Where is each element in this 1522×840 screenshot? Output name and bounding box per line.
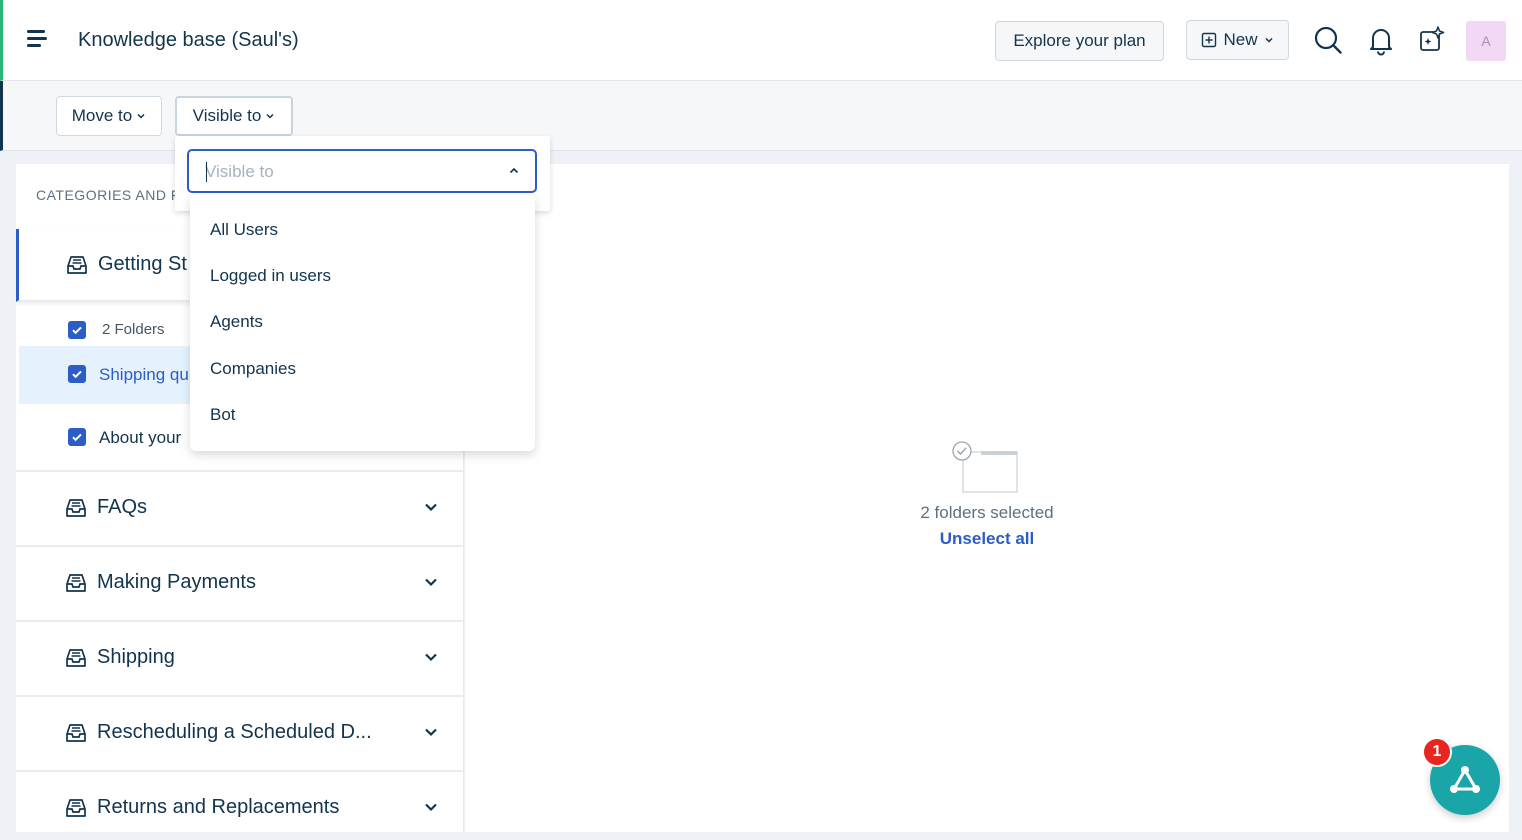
panel-heading: CATEGORIES AND F [36, 187, 180, 203]
chevron-down-icon[interactable] [422, 723, 440, 741]
new-button-label: New [1223, 30, 1258, 49]
chevron-down-icon[interactable] [422, 573, 440, 591]
chevron-down-icon[interactable] [422, 648, 440, 666]
menu-icon[interactable] [27, 30, 47, 48]
inbox-icon [66, 649, 86, 667]
selection-summary-panel: 2 folders selected Unselect all [465, 164, 1509, 832]
inbox-icon [66, 499, 86, 517]
option-bot[interactable]: Bot [210, 405, 236, 425]
check-icon [72, 326, 82, 335]
move-to-label: Move to [71, 106, 133, 125]
option-agents[interactable]: Agents [210, 312, 263, 332]
inbox-icon [66, 574, 86, 592]
category-rescheduling[interactable]: Rescheduling a Scheduled D... [16, 697, 463, 772]
chevron-up-icon[interactable] [507, 164, 521, 178]
visible-to-label: Visible to [192, 106, 262, 125]
check-icon [72, 433, 82, 442]
page-title: Knowledge base (Saul's) [78, 29, 299, 51]
option-companies[interactable]: Companies [210, 359, 296, 379]
search-icon[interactable] [1312, 24, 1344, 56]
check-icon [72, 370, 82, 379]
inbox-icon [67, 256, 87, 274]
widget-logo-icon [1450, 766, 1480, 793]
inbox-icon [66, 799, 86, 817]
chevron-down-icon[interactable] [422, 798, 440, 816]
ai-sparkle-icon[interactable] [1417, 24, 1449, 56]
chevron-down-icon[interactable] [422, 498, 440, 516]
category-faqs[interactable]: FAQs [16, 472, 463, 547]
option-all-users[interactable]: All Users [210, 220, 278, 240]
option-logged-in-users[interactable]: Logged in users [210, 266, 331, 286]
text-caret [206, 162, 207, 182]
chevron-down-icon [266, 113, 274, 119]
explore-plan-button[interactable]: Explore your plan [995, 21, 1164, 61]
category-label: Getting St [98, 253, 187, 275]
category-returns[interactable]: Returns and Replacements [16, 772, 463, 832]
chevron-down-icon [1264, 37, 1273, 43]
selected-folder-icon [952, 441, 1018, 493]
category-label: FAQs [97, 496, 148, 518]
unselect-all-link[interactable]: Unselect all [465, 529, 1509, 549]
move-to-button[interactable]: Move to [56, 96, 162, 136]
notification-badge: 1 [1422, 737, 1452, 767]
select-placeholder: Visible to [205, 162, 274, 181]
folder-checkbox[interactable] [68, 428, 86, 446]
category-label: Rescheduling a Scheduled D... [97, 721, 372, 743]
top-header: Knowledge base (Saul's) Explore your pla… [0, 0, 1522, 81]
folder-label: About your [99, 428, 182, 447]
folder-label: Shipping qu [99, 365, 189, 384]
visible-to-options: All Users Logged in users Agents Compani… [190, 195, 535, 451]
chevron-down-icon [137, 113, 145, 119]
plus-square-icon [1202, 32, 1217, 48]
category-label: Shipping [97, 646, 175, 668]
folders-count: 2 Folders [102, 321, 165, 338]
selected-count-text: 2 folders selected [920, 503, 1054, 522]
bell-icon[interactable] [1365, 24, 1397, 56]
folder-checkbox[interactable] [68, 365, 86, 383]
visible-to-button[interactable]: Visible to [175, 96, 293, 136]
select-all-checkbox[interactable] [68, 321, 86, 339]
avatar[interactable]: A [1466, 21, 1506, 61]
visible-to-select-input[interactable]: Visible to [187, 149, 537, 193]
category-shipping[interactable]: Shipping [16, 622, 463, 697]
category-label: Returns and Replacements [97, 796, 340, 818]
category-making-payments[interactable]: Making Payments [16, 547, 463, 622]
new-button[interactable]: New [1186, 20, 1289, 60]
inbox-icon [66, 724, 86, 742]
category-label: Making Payments [97, 571, 256, 593]
